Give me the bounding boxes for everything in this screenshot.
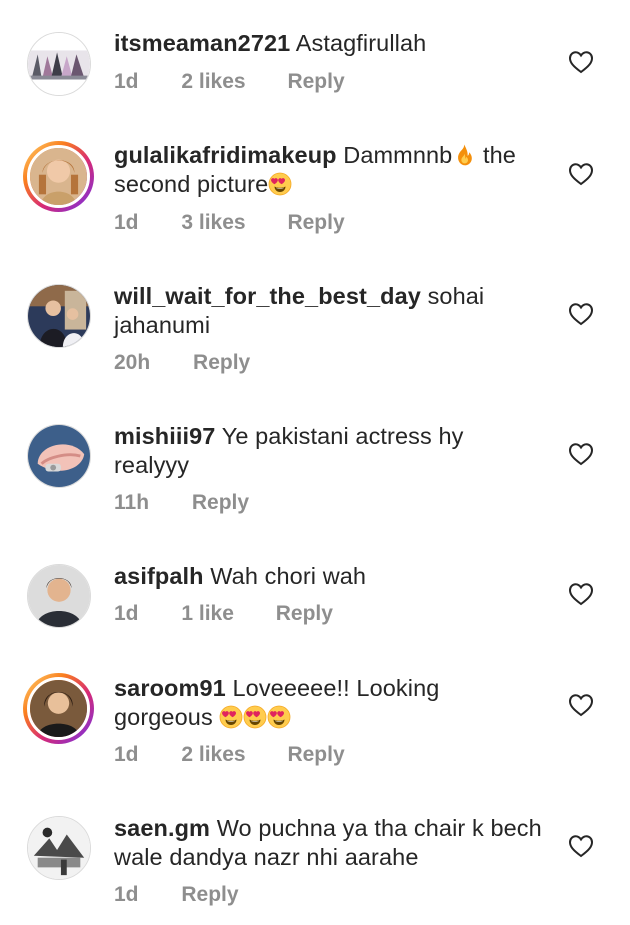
avatar-image <box>28 33 90 95</box>
comment-meta: 1d 1 like Reply <box>114 602 333 626</box>
heart-eyes-emoji-icon <box>219 705 243 729</box>
reply-button[interactable]: Reply <box>181 883 238 907</box>
like-heart-icon[interactable] <box>568 693 594 717</box>
comment-username[interactable]: asifpalh <box>114 563 204 589</box>
comment-time: 1d <box>114 883 139 906</box>
avatar-image <box>28 285 90 347</box>
avatar-image <box>28 817 90 879</box>
comment-meta: 20h Reply <box>114 351 250 375</box>
like-heart-icon[interactable] <box>568 302 594 326</box>
comment-time: 1d <box>114 743 139 766</box>
fire-emoji-icon <box>452 143 476 167</box>
comments-list: itsmeaman2721 Astagfirullah 1d 2 likes R… <box>0 0 630 925</box>
comment-meta: 1d 3 likes Reply <box>114 211 345 235</box>
comment-likes[interactable]: 2 likes <box>181 70 245 94</box>
like-heart-icon[interactable] <box>568 162 594 186</box>
comment-username[interactable]: saroom91 <box>114 675 226 701</box>
avatar[interactable] <box>23 673 94 744</box>
comment-likes[interactable]: 1 like <box>181 602 234 626</box>
avatar[interactable] <box>27 32 91 96</box>
reply-button[interactable]: Reply <box>287 211 344 235</box>
reply-button[interactable]: Reply <box>276 602 333 626</box>
comment-text: jahanumi <box>114 312 211 338</box>
heart-eyes-emoji-icon <box>267 705 291 729</box>
comment-text: Ye pakistani actress hy <box>221 423 464 449</box>
comment-body: will_wait_for_the_best_day sohai jahanum… <box>114 282 544 340</box>
reply-button[interactable]: Reply <box>287 743 344 767</box>
avatar-image <box>30 148 87 205</box>
avatar[interactable] <box>27 816 91 880</box>
comment-text: gorgeous <box>114 704 213 730</box>
comment-likes[interactable]: 3 likes <box>181 211 245 235</box>
comment-body: saen.gm Wo puchna ya tha chair k bech wa… <box>114 814 544 872</box>
like-heart-icon[interactable] <box>568 834 594 858</box>
comment-meta: 1d 2 likes Reply <box>114 743 345 767</box>
comment-meta: 1d 2 likes Reply <box>114 70 345 94</box>
comment-meta: 1d Reply <box>114 883 239 907</box>
reply-button[interactable]: Reply <box>192 491 249 515</box>
comment-text: Wah chori wah <box>210 563 367 589</box>
avatar-image <box>28 565 90 627</box>
comment-text: Loveeeee!! Looking <box>232 675 440 701</box>
comment-time: 1d <box>114 211 139 234</box>
avatar[interactable] <box>27 284 91 348</box>
comment-username[interactable]: itsmeaman2721 <box>114 30 290 56</box>
reply-button[interactable]: Reply <box>287 70 344 94</box>
like-heart-icon[interactable] <box>568 50 594 74</box>
comment-meta: 11h Reply <box>114 491 249 515</box>
comment-time: 1d <box>114 602 139 625</box>
comment-text: Astagfirullah <box>295 30 427 56</box>
comment-body: saroom91 Loveeeee!! Looking gorgeous <box>114 674 544 732</box>
comment-body: asifpalh Wah chori wah <box>114 562 544 591</box>
comment-text: Wo puchna ya tha chair k bech <box>216 815 542 841</box>
like-heart-icon[interactable] <box>568 442 594 466</box>
comment-text: realyyy <box>114 452 190 478</box>
comment-body: mishiii97 Ye pakistani actress hy realyy… <box>114 422 544 480</box>
avatar[interactable] <box>27 424 91 488</box>
avatar-image <box>28 425 90 487</box>
comment-text: second picture <box>114 171 269 197</box>
comment-text: Dammnnb <box>343 142 453 168</box>
heart-eyes-emoji-icon <box>268 172 292 196</box>
heart-eyes-emoji-icon <box>243 705 267 729</box>
comment-time: 11h <box>114 491 150 514</box>
comment-username[interactable]: gulalikafridimakeup <box>114 142 337 168</box>
comment-body: itsmeaman2721 Astagfirullah <box>114 29 544 58</box>
comment-username[interactable]: saen.gm <box>114 815 210 841</box>
avatar-image <box>30 680 87 737</box>
comment-body: gulalikafridimakeup Dammnnb the second p… <box>114 141 544 199</box>
avatar[interactable] <box>27 564 91 628</box>
avatar[interactable] <box>23 141 94 212</box>
like-heart-icon[interactable] <box>568 582 594 606</box>
comment-time: 20h <box>114 351 151 374</box>
comment-text: sohai <box>427 283 485 309</box>
comment-username[interactable]: mishiii97 <box>114 423 215 449</box>
comment-likes[interactable]: 2 likes <box>181 743 245 767</box>
comment-username[interactable]: will_wait_for_the_best_day <box>114 283 421 309</box>
comment-text: the <box>476 142 516 168</box>
comment-time: 1d <box>114 70 139 93</box>
reply-button[interactable]: Reply <box>193 351 250 375</box>
comment-text: wale dandya nazr nhi aarahe <box>114 844 419 870</box>
